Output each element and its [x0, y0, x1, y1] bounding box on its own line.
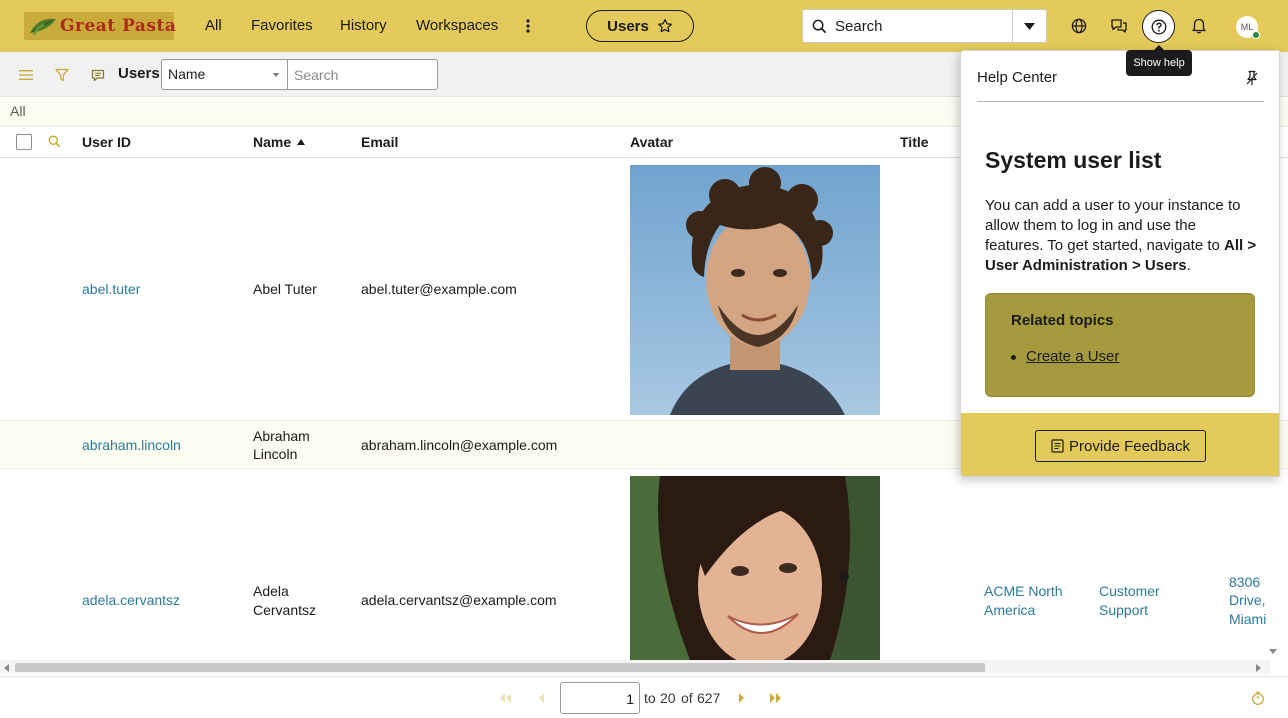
- company-line2[interactable]: America: [984, 601, 1035, 619]
- sort-ascending-icon: [297, 139, 306, 145]
- user-avatar[interactable]: ML: [1236, 16, 1260, 39]
- user-initials: ML: [1240, 22, 1254, 32]
- search-icon: [803, 19, 835, 34]
- brand-logo[interactable]: Great Pasta: [24, 12, 177, 40]
- user-name-line2: Cervantsz: [253, 602, 317, 618]
- help-center-header: Help Center: [977, 69, 1058, 86]
- location-line2[interactable]: Drive,: [1229, 591, 1266, 609]
- feedback-icon: [1051, 439, 1064, 453]
- user-email: abraham.lincoln@example.com: [361, 437, 558, 453]
- help-article-body: You can add a user to your instance to a…: [985, 196, 1257, 276]
- company-line1[interactable]: ACME North: [984, 582, 1063, 600]
- user-id-link[interactable]: abraham.lincoln: [82, 436, 181, 454]
- nav-all[interactable]: All: [205, 17, 222, 34]
- pagination-to-label: to: [644, 690, 656, 706]
- user-name-line1: Adela: [253, 583, 289, 599]
- brand-name: Great Pasta: [60, 16, 177, 36]
- user-id-link[interactable]: abel.tuter: [82, 280, 140, 298]
- department-line2[interactable]: Support: [1099, 601, 1148, 619]
- bullet: [1011, 355, 1016, 360]
- pagination: 1 to 20 of 627: [0, 676, 1288, 718]
- search-scope-dropdown-icon[interactable]: [1012, 10, 1046, 42]
- help-article-title: System user list: [985, 147, 1162, 173]
- scroll-right-icon[interactable]: [1256, 664, 1261, 672]
- pagination-of-label: of: [681, 690, 693, 706]
- column-header-avatar[interactable]: Avatar: [630, 134, 673, 150]
- related-topic-item: Create a User: [1011, 348, 1119, 365]
- breadcrumb-all[interactable]: All: [10, 103, 26, 119]
- star-icon[interactable]: [657, 18, 673, 34]
- first-page-icon[interactable]: [496, 690, 514, 706]
- bell-icon[interactable]: [1185, 12, 1213, 40]
- scroll-left-icon[interactable]: [4, 664, 9, 672]
- column-header-user-id[interactable]: User ID: [82, 134, 131, 150]
- next-page-icon[interactable]: [732, 690, 750, 706]
- presence-status-icon: [1252, 31, 1260, 39]
- user-id-link[interactable]: adela.cervantsz: [82, 591, 180, 609]
- help-divider: [977, 101, 1264, 102]
- globe-icon[interactable]: [1065, 12, 1093, 40]
- nav-history[interactable]: History: [340, 17, 387, 34]
- pagination-total: 627: [697, 690, 721, 706]
- list-search-input[interactable]: Search: [288, 59, 438, 90]
- help-tooltip: Show help: [1126, 45, 1192, 76]
- filter-icon[interactable]: [53, 66, 71, 84]
- user-avatar-photo: [630, 165, 880, 415]
- help-body-end: .: [1186, 257, 1191, 274]
- create-user-link[interactable]: Create a User: [1026, 348, 1119, 365]
- scrollbar-thumb[interactable]: [15, 663, 985, 672]
- response-time-icon[interactable]: [1249, 690, 1267, 706]
- help-panel-footer: Provide Feedback: [961, 413, 1279, 476]
- list-title: Users: [118, 65, 160, 82]
- column-header-name-label: Name: [253, 134, 292, 150]
- scroll-down-icon[interactable]: [1269, 649, 1277, 654]
- select-all-checkbox[interactable]: [16, 134, 32, 150]
- related-topics-title: Related topics: [1011, 312, 1114, 329]
- search-field-select-value: Name: [168, 66, 206, 82]
- provide-feedback-button[interactable]: Provide Feedback: [1035, 430, 1206, 462]
- previous-page-icon[interactable]: [532, 690, 550, 706]
- user-name-line1: Abraham: [253, 428, 310, 444]
- department-line1[interactable]: Customer: [1099, 582, 1160, 600]
- related-topics: Related topics Create a User: [985, 293, 1255, 397]
- help-icon[interactable]: [1142, 10, 1175, 43]
- chat-icon[interactable]: [1105, 12, 1133, 40]
- user-email: adela.cervantsz@example.com: [361, 592, 557, 608]
- pagination-range-end: 20: [660, 690, 676, 706]
- nav-workspaces[interactable]: Workspaces: [416, 17, 498, 34]
- column-header-email[interactable]: Email: [361, 134, 398, 150]
- page-number-input[interactable]: 1: [560, 682, 640, 714]
- help-center-panel: Help Center System user list You can add…: [960, 50, 1280, 477]
- context-pill[interactable]: Users: [586, 10, 694, 42]
- global-search[interactable]: Search: [802, 9, 1047, 43]
- chevron-down-icon: [273, 73, 279, 77]
- search-field-select[interactable]: Name: [161, 59, 288, 90]
- nav-favorites[interactable]: Favorites: [251, 17, 313, 34]
- user-email: abel.tuter@example.com: [361, 281, 517, 297]
- horizontal-scrollbar[interactable]: [0, 660, 1270, 674]
- hamburger-menu-icon[interactable]: [17, 66, 35, 84]
- location-line1[interactable]: 8306: [1229, 573, 1260, 591]
- column-header-name[interactable]: Name: [253, 134, 306, 150]
- context-pill-label: Users: [607, 17, 649, 35]
- column-header-title[interactable]: Title: [900, 134, 929, 150]
- user-avatar-photo: [630, 476, 880, 660]
- user-name: Abel Tuter: [253, 281, 317, 297]
- top-header: Great Pasta All Favorites History Worksp…: [0, 0, 1288, 52]
- comments-icon[interactable]: [89, 66, 107, 84]
- leaf-icon: [30, 18, 56, 36]
- user-name-line2: Lincoln: [253, 446, 298, 462]
- column-search-icon[interactable]: [48, 135, 61, 151]
- global-search-input[interactable]: Search: [835, 18, 1012, 35]
- provide-feedback-label: Provide Feedback: [1069, 437, 1190, 455]
- more-menu-icon[interactable]: [520, 15, 536, 37]
- table-row: adela.cervantsz Adela Cervantsz adela.ce…: [0, 469, 1288, 660]
- location-line3[interactable]: Miami: [1229, 610, 1266, 628]
- pin-icon[interactable]: [1245, 70, 1259, 86]
- last-page-icon[interactable]: [767, 690, 785, 706]
- help-body-text: You can add a user to your instance to a…: [985, 197, 1241, 254]
